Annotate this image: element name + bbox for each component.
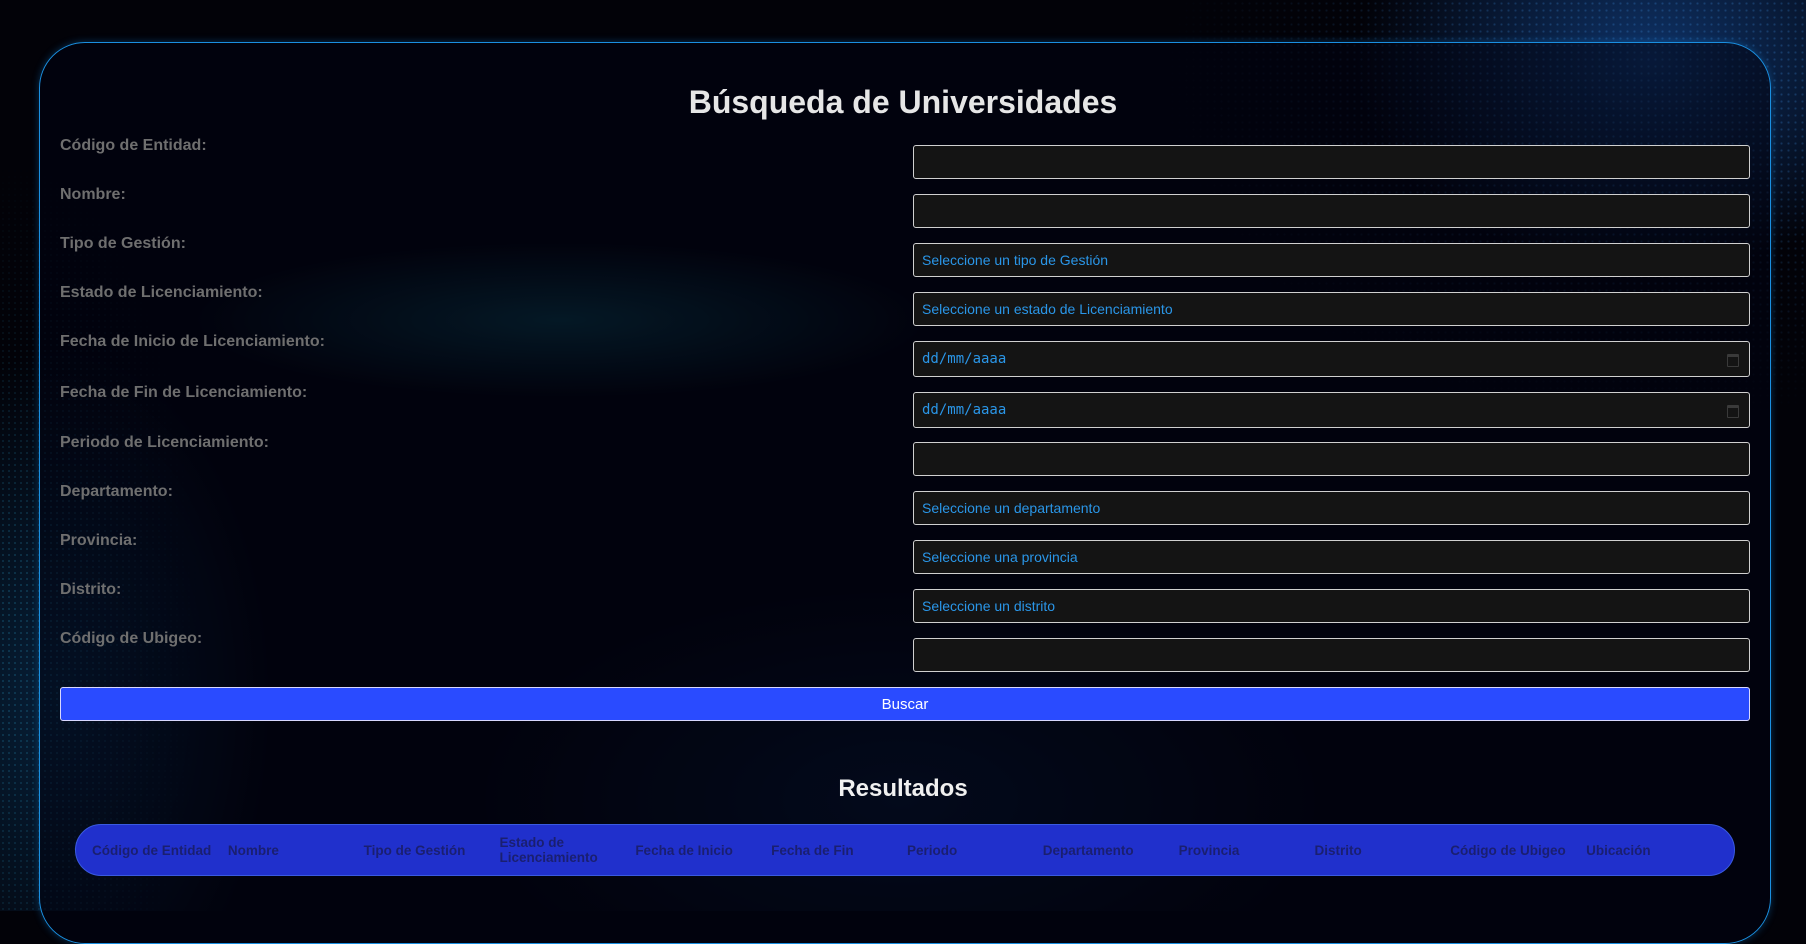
nombre-input[interactable] — [913, 194, 1750, 228]
distrito-label: Distrito: — [60, 581, 122, 598]
column-header-ubicacion[interactable]: Ubicación — [1584, 843, 1720, 858]
column-header-departamento[interactable]: Departamento — [1041, 843, 1177, 858]
column-header-fecha-inicio[interactable]: Fecha de Inicio — [633, 843, 769, 858]
fecha-inicio-value: dd/mm/aaaa — [922, 351, 1007, 367]
column-header-nombre[interactable]: Nombre — [226, 843, 362, 858]
column-header-distrito[interactable]: Distrito — [1312, 843, 1448, 858]
departamento-select[interactable]: Seleccione un departamento — [913, 491, 1750, 525]
column-header-provincia[interactable]: Provincia — [1177, 843, 1313, 858]
codigo-entidad-label: Código de Entidad: — [60, 137, 207, 154]
form-row-codigo-ubigeo: Código de Ubigeo: — [60, 630, 1750, 672]
codigo-ubigeo-label: Código de Ubigeo: — [60, 630, 203, 647]
fecha-inicio-date-input[interactable]: dd/mm/aaaa — [913, 341, 1750, 377]
estado-licenciamiento-select[interactable]: Seleccione un estado de Licenciamiento — [913, 292, 1750, 326]
departamento-label: Departamento: — [60, 483, 173, 500]
form-row-fecha-fin: Fecha de Fin de Licenciamiento: dd/mm/aa… — [60, 384, 1750, 428]
form-row-nombre: Nombre: — [60, 186, 1750, 228]
codigo-ubigeo-input[interactable] — [913, 638, 1750, 672]
column-header-codigo-ubigeo[interactable]: Código de Ubigeo — [1448, 843, 1584, 858]
calendar-icon[interactable] — [1727, 354, 1739, 367]
tipo-gestion-label: Tipo de Gestión: — [60, 235, 186, 252]
tipo-gestion-select[interactable]: Seleccione un tipo de Gestión — [913, 243, 1750, 277]
page-title: Búsqueda de Universidades — [688, 84, 1118, 120]
form-row-codigo-entidad: Código de Entidad: — [60, 137, 1750, 179]
estado-licenciamiento-label: Estado de Licenciamiento: — [60, 284, 263, 301]
column-header-codigo-entidad[interactable]: Código de Entidad — [90, 843, 226, 858]
fecha-fin-label: Fecha de Fin de Licenciamiento: — [60, 384, 308, 401]
form-row-estado-licenciamiento: Estado de Licenciamiento: Seleccione un … — [60, 284, 1750, 326]
fecha-fin-value: dd/mm/aaaa — [922, 402, 1007, 418]
form-row-fecha-inicio: Fecha de Inicio de Licenciamiento: dd/mm… — [60, 333, 1750, 377]
form-row-tipo-gestion: Tipo de Gestión: Seleccione un tipo de G… — [60, 235, 1750, 277]
calendar-icon[interactable] — [1727, 405, 1739, 418]
form-row-provincia: Provincia: Seleccione una provincia — [60, 532, 1750, 574]
column-header-tipo-gestion[interactable]: Tipo de Gestión — [362, 843, 498, 858]
form-row-distrito: Distrito: Seleccione un distrito — [60, 581, 1750, 623]
column-header-periodo[interactable]: Periodo — [905, 843, 1041, 858]
results-title: Resultados — [838, 775, 968, 802]
results-table-header: Código de Entidad Nombre Tipo de Gestión… — [75, 824, 1735, 876]
fecha-fin-date-input[interactable]: dd/mm/aaaa — [913, 392, 1750, 428]
column-header-estado-licenciamiento[interactable]: Estado de Licenciamiento — [497, 835, 633, 865]
provincia-select[interactable]: Seleccione una provincia — [913, 540, 1750, 574]
nombre-label: Nombre: — [60, 186, 126, 203]
periodo-input[interactable] — [913, 442, 1750, 476]
codigo-entidad-input[interactable] — [913, 145, 1750, 179]
search-button[interactable]: Buscar — [60, 687, 1750, 721]
distrito-select[interactable]: Seleccione un distrito — [913, 589, 1750, 623]
form-row-departamento: Departamento: Seleccione un departamento — [60, 483, 1750, 525]
provincia-label: Provincia: — [60, 532, 138, 549]
form-row-periodo: Periodo de Licenciamiento: — [60, 434, 1750, 476]
fecha-inicio-label: Fecha de Inicio de Licenciamiento: — [60, 333, 325, 350]
column-header-fecha-fin[interactable]: Fecha de Fin — [769, 843, 905, 858]
periodo-label: Periodo de Licenciamiento: — [60, 434, 269, 451]
